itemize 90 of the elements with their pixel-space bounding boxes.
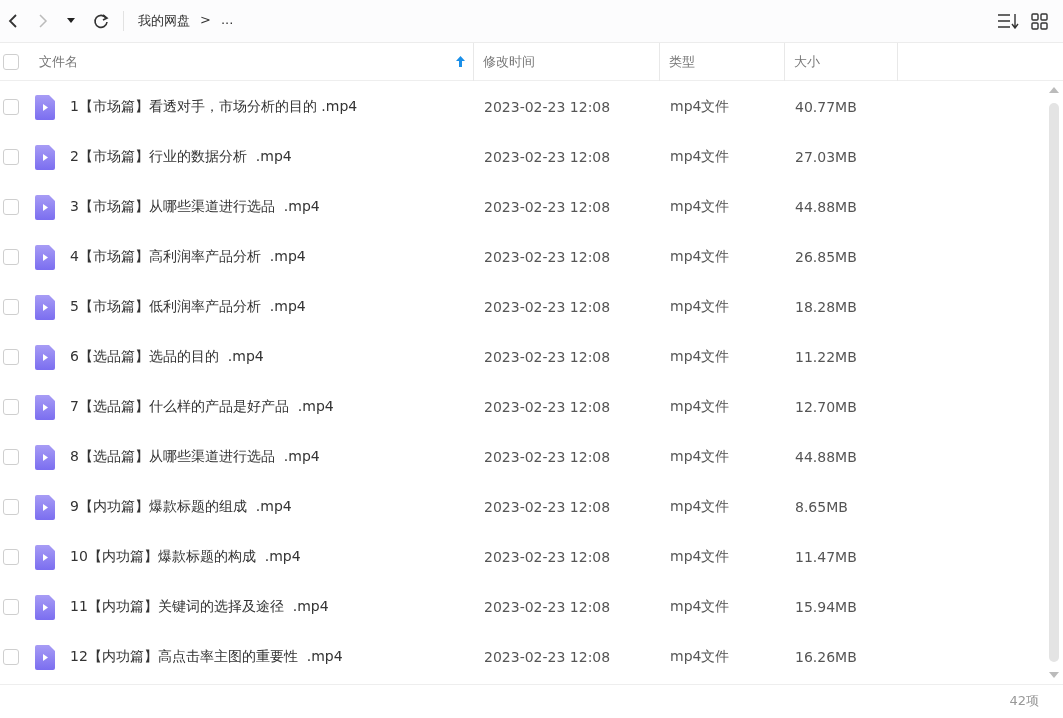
file-type: mp4文件 xyxy=(669,198,731,216)
checkbox[interactable] xyxy=(3,399,19,415)
modified-date: 2023-02-23 12:08 xyxy=(483,349,612,365)
file-type: mp4文件 xyxy=(669,448,731,466)
modified-date: 2023-02-23 12:08 xyxy=(483,549,612,565)
video-file-icon xyxy=(35,594,55,620)
modified-date: 2023-02-23 12:08 xyxy=(483,199,612,215)
scrollbar-thumb[interactable] xyxy=(1049,103,1059,662)
checkbox[interactable] xyxy=(3,549,19,565)
checkbox[interactable] xyxy=(3,249,19,265)
breadcrumb-item[interactable]: ... xyxy=(220,12,234,30)
checkbox[interactable] xyxy=(3,53,19,70)
video-file-icon xyxy=(35,194,55,220)
scroll-up-icon[interactable] xyxy=(1049,87,1059,93)
video-file-icon xyxy=(35,94,55,120)
file-name[interactable]: 4【市场篇】高利润率产品分析 .mp4 xyxy=(70,248,306,266)
modified-date: 2023-02-23 12:08 xyxy=(483,149,612,165)
modified-date: 2023-02-23 12:08 xyxy=(483,399,612,415)
modified-date: 2023-02-23 12:08 xyxy=(483,649,612,665)
grid-view-icon[interactable] xyxy=(1031,12,1048,30)
file-name[interactable]: 7【选品篇】什么样的产品是好产品 .mp4 xyxy=(70,398,334,416)
column-header[interactable]: 大小 xyxy=(785,42,898,81)
file-type: mp4文件 xyxy=(669,598,731,616)
dropdown-icon[interactable] xyxy=(67,18,75,24)
file-name[interactable]: 11【内功篇】关键词的选择及途径 .mp4 xyxy=(70,598,329,616)
checkbox[interactable] xyxy=(3,299,19,315)
video-file-icon xyxy=(35,644,55,670)
file-type: mp4文件 xyxy=(669,548,731,566)
file-name[interactable]: 1【市场篇】看透对手，市场分析的目的 .mp4 xyxy=(70,98,358,116)
checkbox[interactable] xyxy=(3,199,19,215)
file-name[interactable]: 12【内功篇】高点击率主图的重要性 .mp4 xyxy=(70,648,343,666)
back-icon[interactable] xyxy=(7,13,19,29)
file-size: 12.70MB xyxy=(794,399,858,415)
checkbox[interactable] xyxy=(3,99,19,115)
file-type: mp4文件 xyxy=(669,498,731,516)
checkbox[interactable] xyxy=(3,499,19,515)
scroll-down-icon[interactable] xyxy=(1049,672,1059,678)
video-file-icon xyxy=(35,394,55,420)
modified-date: 2023-02-23 12:08 xyxy=(483,299,612,315)
modified-date: 2023-02-23 12:08 xyxy=(483,499,612,515)
file-size: 40.77MB xyxy=(794,99,858,115)
column-header[interactable]: 类型 xyxy=(660,42,785,81)
file-size: 11.22MB xyxy=(794,349,858,365)
item-count: 42项 xyxy=(1009,692,1039,710)
checkbox[interactable] xyxy=(3,149,19,165)
file-type: mp4文件 xyxy=(669,648,731,666)
file-size: 26.85MB xyxy=(794,249,858,265)
refresh-icon[interactable] xyxy=(93,13,109,29)
file-name[interactable]: 2【市场篇】行业的数据分析 .mp4 xyxy=(70,148,292,166)
breadcrumb-item[interactable]: 我的网盘 xyxy=(138,12,190,30)
file-size: 27.03MB xyxy=(794,149,858,165)
file-name[interactable]: 9【内功篇】爆款标题的组成 .mp4 xyxy=(70,498,292,516)
video-file-icon xyxy=(35,444,55,470)
checkbox[interactable] xyxy=(3,449,19,465)
checkbox[interactable] xyxy=(3,599,19,615)
file-size: 18.28MB xyxy=(794,299,858,315)
file-type: mp4文件 xyxy=(669,248,731,266)
video-file-icon xyxy=(35,244,55,270)
file-size: 44.88MB xyxy=(794,199,858,215)
file-size: 11.47MB xyxy=(794,549,858,565)
file-type: mp4文件 xyxy=(669,348,731,366)
checkbox[interactable] xyxy=(3,349,19,365)
modified-date: 2023-02-23 12:08 xyxy=(483,449,612,465)
file-name[interactable]: 3【市场篇】从哪些渠道进行选品 .mp4 xyxy=(70,198,320,216)
file-type: mp4文件 xyxy=(669,148,731,166)
video-file-icon xyxy=(35,294,55,320)
sort-icon[interactable] xyxy=(997,13,1019,29)
modified-date: 2023-02-23 12:08 xyxy=(483,99,612,115)
file-name[interactable]: 6【选品篇】选品的目的 .mp4 xyxy=(70,348,264,366)
breadcrumb-item[interactable]: > xyxy=(200,12,211,30)
file-name[interactable]: 10【内功篇】爆款标题的构成 .mp4 xyxy=(70,548,301,566)
file-type: mp4文件 xyxy=(669,398,731,416)
file-size: 44.88MB xyxy=(794,449,858,465)
video-file-icon xyxy=(35,494,55,520)
modified-date: 2023-02-23 12:08 xyxy=(483,249,612,265)
modified-date: 2023-02-23 12:08 xyxy=(483,599,612,615)
forward-icon[interactable] xyxy=(37,13,49,29)
column-header[interactable]: 文件名 xyxy=(30,42,474,81)
video-file-icon xyxy=(35,144,55,170)
file-type: mp4文件 xyxy=(669,298,731,316)
column-header[interactable]: 修改时间 xyxy=(474,42,660,81)
file-size: 16.26MB xyxy=(794,649,858,665)
file-name[interactable]: 5【市场篇】低利润率产品分析 .mp4 xyxy=(70,298,306,316)
checkbox[interactable] xyxy=(3,649,19,665)
file-size: 8.65MB xyxy=(794,499,849,515)
file-size: 15.94MB xyxy=(794,599,858,615)
video-file-icon xyxy=(35,544,55,570)
file-name[interactable]: 8【选品篇】从哪些渠道进行选品 .mp4 xyxy=(70,448,320,466)
video-file-icon xyxy=(35,344,55,370)
file-type: mp4文件 xyxy=(669,98,731,116)
